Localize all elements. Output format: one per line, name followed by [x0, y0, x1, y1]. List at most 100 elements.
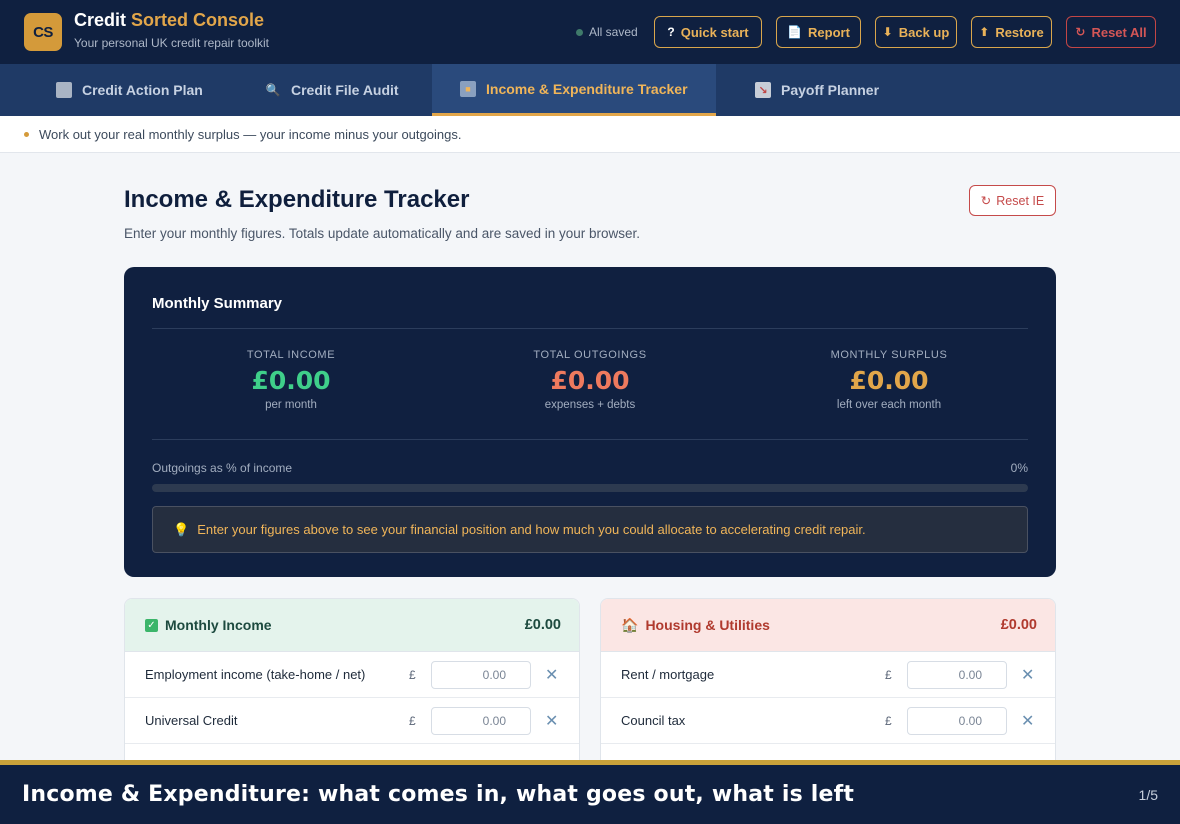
- tab-income-expenditure[interactable]: ■ Income & Expenditure Tracker: [432, 64, 716, 116]
- panel-total: £0.00: [524, 617, 561, 633]
- list-item: Universal Credit £ ✕: [125, 698, 579, 744]
- page-subtitle: Enter your monthly figures. Totals updat…: [124, 226, 641, 241]
- tab-payoff-planner[interactable]: ↘ Payoff Planner: [727, 64, 907, 116]
- backup-label: Back up: [898, 24, 950, 40]
- stat-note: expenses + debts: [544, 399, 636, 411]
- council-tax-input[interactable]: [907, 706, 1007, 735]
- summary-title: Monthly Summary: [152, 295, 283, 312]
- row-label: Employment income (take-home / net): [145, 667, 366, 682]
- info-strip-text: Work out your real monthly surplus — you…: [39, 126, 462, 142]
- summary-tip-text: Enter your figures above to see your fin…: [197, 522, 866, 537]
- backup-button[interactable]: ⬇ Back up: [875, 16, 957, 48]
- clear-icon[interactable]: ✕: [545, 711, 558, 731]
- panel-title: 🏠 Housing & Utilities: [621, 617, 770, 634]
- currency-symbol: £: [885, 667, 892, 682]
- panel-total: £0.00: [1000, 617, 1037, 633]
- row-label: Rent / mortgage: [621, 667, 715, 682]
- clear-icon[interactable]: ✕: [1021, 711, 1034, 731]
- ratio-value: 0%: [1010, 461, 1028, 475]
- stat-note: per month: [265, 399, 317, 411]
- app-logo: CS: [24, 13, 62, 51]
- magnifier-icon: 🔍: [265, 83, 281, 97]
- divider: [152, 439, 1028, 440]
- page-title: Income & Expenditure Tracker: [124, 186, 470, 213]
- stat-label: TOTAL INCOME: [246, 349, 336, 361]
- currency-symbol: £: [885, 713, 892, 728]
- housing-utilities-panel: 🏠 Housing & Utilities £0.00 Rent / mortg…: [600, 598, 1056, 768]
- clear-icon[interactable]: ✕: [1021, 665, 1034, 685]
- caption-text: Income & Expenditure: what comes in, wha…: [22, 782, 855, 807]
- report-label: Report: [808, 24, 850, 40]
- reset-all-button[interactable]: ↻ Reset All: [1066, 16, 1156, 48]
- tab-label: Payoff Planner: [781, 82, 880, 98]
- stat-value: £0.00: [550, 366, 630, 395]
- caption-page-indicator: 1/5: [1138, 786, 1158, 803]
- clipboard-icon: [56, 82, 72, 98]
- house-icon: 🏠: [621, 616, 639, 633]
- tab-credit-file-audit[interactable]: 🔍 Credit File Audit: [237, 64, 427, 116]
- download-arrow-icon: ⬇: [882, 25, 893, 39]
- total-income-stat: TOTAL INCOME £0.00 per month: [151, 349, 431, 411]
- quick-start-label: Quick start: [680, 24, 749, 40]
- ratio-progress-bar: [152, 484, 1028, 492]
- row-label: Universal Credit: [145, 713, 238, 728]
- status-dot-icon: [576, 28, 583, 36]
- panel-title: ✓ Monthly Income: [145, 617, 272, 633]
- monthly-surplus-stat: MONTHLY SURPLUS £0.00 left over each mon…: [749, 349, 1029, 411]
- panel-header: 🏠 Housing & Utilities £0.00: [601, 599, 1055, 652]
- stat-note: left over each month: [836, 399, 942, 411]
- rent-mortgage-input[interactable]: [907, 660, 1007, 689]
- brand: Credit Sorted Console Your personal UK c…: [74, 10, 269, 50]
- save-status: All saved: [576, 25, 638, 39]
- lightbulb-icon: 💡: [173, 521, 190, 537]
- summary-tip: 💡 Enter your figures above to see your f…: [152, 506, 1028, 553]
- reset-all-label: Reset All: [1091, 24, 1147, 40]
- reset-icon: ↻: [980, 194, 992, 208]
- list-item: Employment income (take-home / net) £ ✕: [125, 652, 579, 698]
- info-strip: Work out your real monthly surplus — you…: [0, 116, 1180, 153]
- tab-label: Credit Action Plan: [82, 82, 203, 98]
- restore-label: Restore: [995, 24, 1044, 40]
- document-icon: 📄: [787, 25, 803, 39]
- list-item: Rent / mortgage £ ✕: [601, 652, 1055, 698]
- panel-header: ✓ Monthly Income £0.00: [125, 599, 579, 652]
- clear-icon[interactable]: ✕: [545, 665, 558, 685]
- restore-button[interactable]: ⬆ Restore: [971, 16, 1052, 48]
- reset-ie-button[interactable]: ↻ Reset IE: [969, 185, 1056, 216]
- stat-value: £0.00: [251, 366, 331, 395]
- save-status-text: All saved: [589, 25, 638, 39]
- tab-label: Credit File Audit: [291, 82, 399, 98]
- checkmark-icon: ✓: [145, 618, 158, 632]
- panel-title-text: Housing & Utilities: [645, 617, 770, 633]
- app-title-part1: Credit: [74, 10, 132, 30]
- panel-title-text: Monthly Income: [165, 617, 272, 633]
- reset-icon: ↻: [1075, 25, 1086, 39]
- ledger-icon: ■: [460, 80, 476, 97]
- reset-ie-label: Reset IE: [996, 193, 1045, 208]
- bullet-icon: [24, 131, 29, 137]
- app-subtitle: Your personal UK credit repair toolkit: [74, 36, 269, 50]
- monthly-summary-card: Monthly Summary TOTAL INCOME £0.00 per m…: [124, 267, 1056, 577]
- row-label: Council tax: [621, 713, 686, 728]
- app-title-part2: Sorted Console: [131, 10, 265, 30]
- tab-label: Income & Expenditure Tracker: [486, 80, 688, 97]
- top-header: CS Credit Sorted Console Your personal U…: [0, 0, 1180, 64]
- stat-label: TOTAL OUTGOINGS: [533, 349, 647, 361]
- upload-arrow-icon: ⬆: [979, 25, 990, 39]
- chart-down-icon: ↘: [755, 82, 771, 98]
- report-button[interactable]: 📄 Report: [776, 16, 861, 48]
- currency-symbol: £: [409, 667, 416, 682]
- list-item: Council tax £ ✕: [601, 698, 1055, 744]
- tab-bar: Credit Action Plan 🔍 Credit File Audit ■…: [0, 64, 1180, 116]
- tab-credit-action-plan[interactable]: Credit Action Plan: [28, 64, 231, 116]
- quick-start-button[interactable]: ? Quick start: [654, 16, 762, 48]
- stat-label: MONTHLY SURPLUS: [830, 349, 948, 361]
- question-icon: ?: [667, 25, 675, 39]
- app-title: Credit Sorted Console: [74, 10, 269, 31]
- employment-income-input[interactable]: [431, 660, 531, 689]
- divider: [152, 328, 1028, 329]
- ratio-label: Outgoings as % of income: [152, 461, 293, 475]
- universal-credit-input[interactable]: [431, 706, 531, 735]
- total-outgoings-stat: TOTAL OUTGOINGS £0.00 expenses + debts: [450, 349, 730, 411]
- caption-bar: Income & Expenditure: what comes in, wha…: [0, 760, 1180, 824]
